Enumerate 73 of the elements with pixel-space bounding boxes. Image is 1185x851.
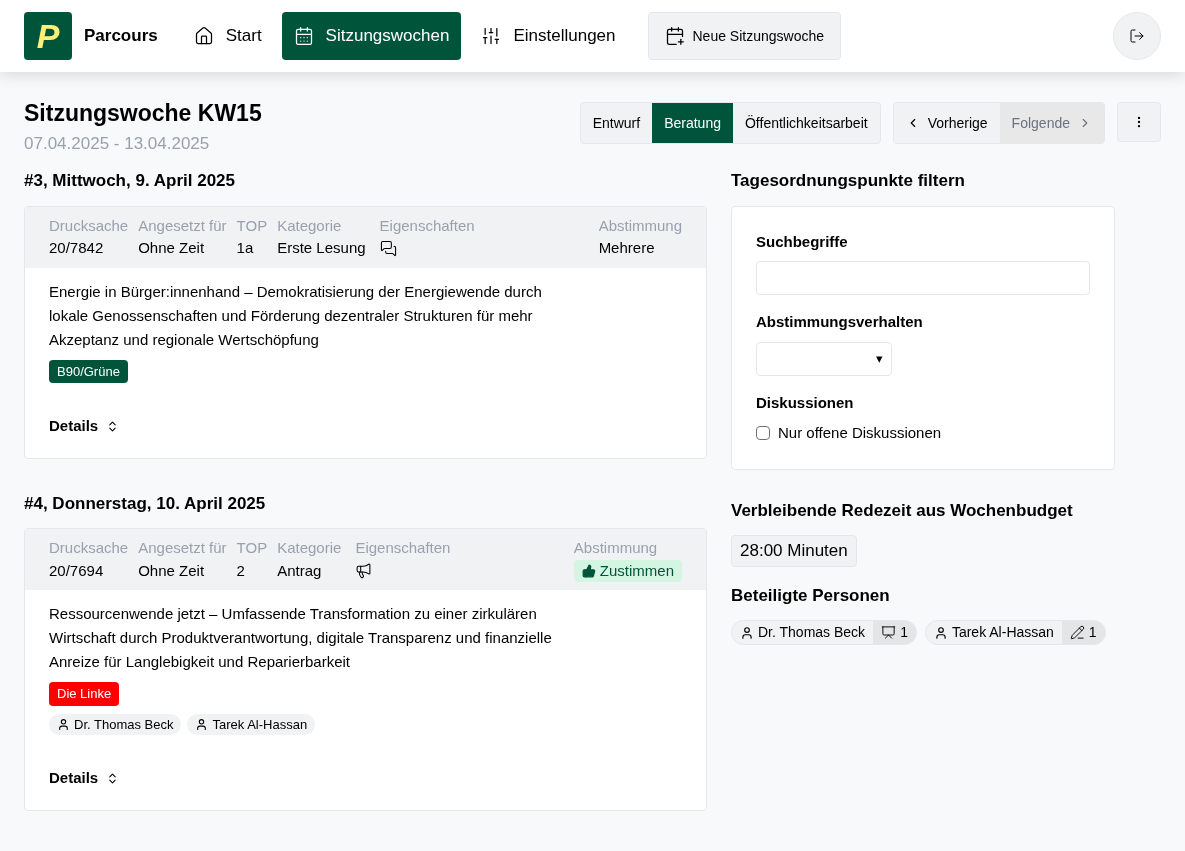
settings-icon [481, 26, 502, 46]
agenda-title: Ressourcenwende jetzt – Umfassende Transformation zu einer zirkulären Wirtschaft durch Produktverantwortung, digitale Transparenz und finanzielle Anreize für Langlebigkeit und Reparierbarkeit [49, 604, 553, 672]
column-label: TOP [236, 538, 268, 558]
column-label: Abstimmung [598, 215, 682, 236]
nav-tab[interactable]: Einstellungen [469, 12, 628, 60]
section-heading: Tagesordnungspunkte filtern [731, 170, 966, 192]
column-value: Antrag [277, 560, 323, 581]
nav-tab[interactable]: Start [181, 12, 274, 60]
person-name: Tarek Al-Hassan [951, 623, 1054, 642]
calendar-icon [293, 26, 314, 46]
column-label: Abstimmung [573, 538, 659, 558]
date-range: 07.04.2025 - 13.04.2025 [24, 132, 211, 155]
person-icon [933, 625, 948, 640]
section-heading: Beteiligte Personen [731, 584, 891, 607]
column-label: TOP [236, 215, 268, 236]
details-toggle[interactable]: Details [49, 767, 120, 790]
field-label: Abstimmungsverhalten [756, 312, 924, 332]
pencil-icon [1069, 625, 1085, 640]
logo[interactable]: P [24, 12, 72, 60]
column-value: 1a [236, 238, 255, 258]
search-field[interactable] [756, 261, 1090, 295]
calendar-plus-icon [664, 26, 685, 46]
checkbox-label: Nur offene Diskussionen [778, 423, 942, 443]
count: 1 [1088, 623, 1097, 642]
section-heading: Verbleibende Redezeit aus Wochenbudget [731, 499, 1074, 522]
column-label: Eigenschaften [355, 538, 451, 558]
person-name: Dr. Thomas Beck [758, 623, 866, 642]
column-label: Kategorie [277, 215, 343, 236]
person-icon [57, 717, 70, 731]
person-icon [195, 717, 209, 731]
column-value: Ohne Zeit [138, 238, 206, 258]
count: 1 [900, 623, 908, 642]
time-badge: 28:00 Minuten [731, 535, 857, 567]
column-label: Kategorie [277, 538, 342, 558]
column-label: Drucksache [49, 538, 129, 558]
checkbox[interactable] [756, 426, 770, 441]
column-label: Drucksache [49, 215, 129, 236]
vote-dropdown[interactable]: ▾ [756, 341, 892, 376]
thumbs-up-icon [581, 563, 596, 578]
column-label: Eigenschaften [379, 215, 475, 236]
party-tag: B90/Grüne [49, 359, 128, 383]
home-icon [193, 26, 214, 46]
person-chip: Tarek Al-Hassan [187, 713, 316, 735]
column-value: 20/7842 [49, 238, 105, 258]
logout-icon [1129, 28, 1145, 44]
section-heading: #4, Donnerstag, 10. April 2025 [24, 492, 267, 515]
phase-tab[interactable]: Beratung [652, 103, 733, 143]
phase-tab[interactable]: Öffentlichkeitsarbeit [732, 103, 880, 143]
logout-button[interactable] [1113, 12, 1161, 60]
field-label: Suchbegriffe [756, 231, 849, 252]
column-value: 2 [236, 560, 246, 581]
speech-bubbles-icon [379, 239, 397, 257]
previous-button[interactable]: Vorherige [893, 103, 1000, 143]
column-value: 20/7694 [49, 560, 105, 581]
page-title: Sitzungswoche KW15 [24, 99, 262, 128]
vote-badge: Zustimmen [573, 559, 682, 582]
details-toggle[interactable]: Details [49, 415, 120, 438]
field-label: Diskussionen [756, 392, 855, 413]
party-tag: Die Linke [49, 682, 120, 706]
brand-name: Parcours [84, 25, 158, 48]
nav-tab[interactable]: Sitzungswochen [281, 12, 462, 60]
column-label: Angesetzt für [138, 215, 227, 236]
phase-tab[interactable]: Entwurf [580, 103, 653, 143]
person-chip: Dr. Thomas Beck [49, 713, 182, 735]
section-heading: #3, Mittwoch, 9. April 2025 [24, 170, 236, 192]
new-week-button[interactable]: Neue Sitzungswoche [647, 12, 842, 60]
agenda-title: Energie in Bürger:innenhand – Demokratisierung der Energiewende durch lokale Genossenschaften und Förderung dezentraler Strukturen für mehr Akzeptanz und regionale Wertschöpfung [49, 281, 543, 350]
column-value: Ohne Zeit [138, 560, 206, 581]
person-icon [740, 625, 754, 640]
column-label: Angesetzt für [138, 538, 227, 558]
column-value: Erste Lesung [277, 238, 366, 258]
column-value: Mehrere [598, 238, 656, 258]
megaphone-icon [355, 562, 373, 579]
